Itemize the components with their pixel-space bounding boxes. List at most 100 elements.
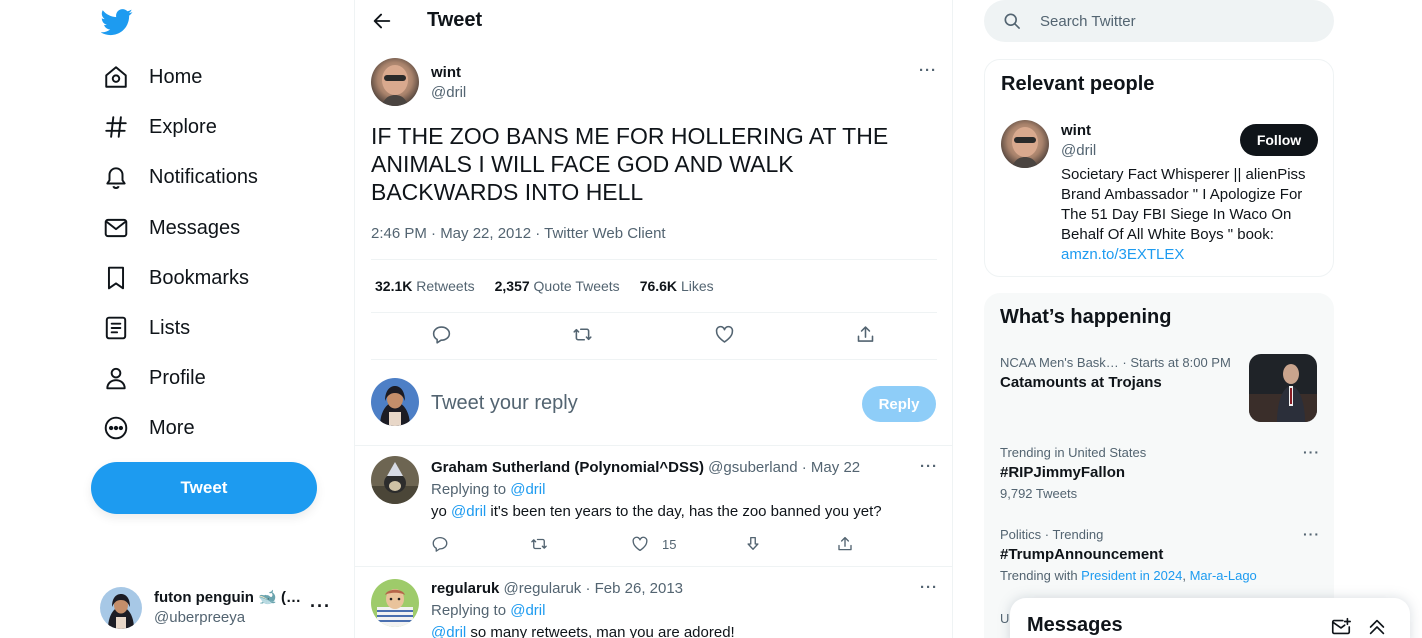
- reply-more-icon[interactable]: ···: [920, 458, 938, 475]
- reply-icon[interactable]: [431, 324, 455, 348]
- expand-chevron-icon[interactable]: [1366, 616, 1388, 638]
- tweet-more-icon[interactable]: ···: [919, 62, 937, 79]
- retweet-icon[interactable]: [530, 535, 554, 559]
- relevant-person-handle[interactable]: @dril: [1061, 142, 1096, 159]
- replying-to-label: Replying to: [431, 602, 507, 619]
- like-icon[interactable]: [631, 535, 655, 559]
- related-trend-link[interactable]: President in 2024: [1081, 568, 1182, 583]
- reply-author-name[interactable]: regularuk: [431, 580, 499, 597]
- reply-tweet[interactable]: regularuk @regularuk · Feb 26, 2013 ··· …: [355, 566, 952, 638]
- trend-more-icon[interactable]: ···: [1303, 444, 1320, 460]
- new-message-icon[interactable]: [1330, 616, 1352, 638]
- reply-avatar[interactable]: [371, 579, 419, 627]
- trend-item[interactable]: NCAA Men's Bask… · Starts at 8:00 PM Cat…: [1000, 354, 1250, 394]
- author-avatar[interactable]: [371, 58, 419, 106]
- search-input[interactable]: [1040, 10, 1320, 32]
- nav-profile-label: Profile: [149, 366, 206, 389]
- nav-bookmarks[interactable]: Bookmarks: [100, 255, 249, 301]
- likes-stat[interactable]: 76.6K Likes: [640, 278, 714, 294]
- replying-to-link[interactable]: @dril: [510, 602, 545, 619]
- reply-avatar[interactable]: [371, 456, 419, 504]
- messages-drawer[interactable]: Messages: [1010, 598, 1410, 638]
- account-avatar: [100, 587, 142, 629]
- reply-actions: 15: [431, 535, 861, 555]
- relevant-people-title: Relevant people: [1001, 73, 1155, 95]
- like-count: 15: [662, 537, 677, 552]
- reply-button[interactable]: Reply: [862, 386, 936, 422]
- tweet-actions: [371, 324, 937, 348]
- reply-text-prefix: yo: [431, 503, 452, 520]
- relevant-person-bio: Societary Fact Whisperer || alienPiss Br…: [1061, 165, 1323, 265]
- tweet-text: IF THE ZOO BANS ME FOR HOLLERING AT THE …: [371, 123, 889, 205]
- retweet-icon[interactable]: [572, 324, 596, 348]
- tweet-button[interactable]: Tweet: [91, 462, 317, 514]
- trend-thumbnail: [1249, 354, 1317, 422]
- nav-more[interactable]: More: [100, 405, 195, 451]
- likes-count: 76.6K: [639, 278, 678, 294]
- nav-notifications[interactable]: Notifications: [100, 154, 258, 200]
- home-icon: [100, 61, 132, 93]
- nav-lists-label: Lists: [149, 316, 191, 339]
- back-arrow-icon[interactable]: [371, 10, 393, 32]
- tweet-timestamp[interactable]: 2:46 PM · May 22, 2012 · Twitter Web Cli…: [371, 225, 666, 242]
- relevant-person-avatar[interactable]: [1001, 120, 1049, 168]
- reply-handle-time[interactable]: @gsuberland · May 22: [708, 459, 860, 476]
- account-more-icon[interactable]: ···: [310, 596, 331, 617]
- search-bar[interactable]: [984, 0, 1334, 42]
- trend-item[interactable]: Trending in United States #RIPJimmyFallo…: [1000, 444, 1320, 504]
- related-trend-link[interactable]: Mar-a-Lago: [1190, 568, 1257, 583]
- divider: [371, 259, 937, 260]
- reply-tweet[interactable]: Graham Sutherland (Polynomial^DSS) @gsub…: [355, 445, 952, 566]
- trend-item[interactable]: Politics · Trending #TrumpAnnouncement T…: [1000, 526, 1320, 586]
- reply-input[interactable]: [431, 388, 851, 418]
- reply-handle-time[interactable]: @regularuk · Feb 26, 2013: [504, 580, 684, 597]
- replying-to-link[interactable]: @dril: [510, 481, 545, 498]
- share-icon[interactable]: [855, 324, 879, 348]
- nav-explore[interactable]: Explore: [100, 104, 217, 150]
- mention-link[interactable]: @dril: [451, 503, 486, 520]
- messages-drawer-title: Messages: [1027, 614, 1123, 636]
- divider: [371, 312, 937, 313]
- trend-tweet-count: 9,792 Tweets: [1000, 486, 1078, 501]
- nav-more-label: More: [149, 416, 195, 439]
- account-switcher[interactable]: futon penguin 🐋 (… @uberpreeya ···: [100, 584, 340, 632]
- reply-author-name[interactable]: Graham Sutherland (Polynomial^DSS): [431, 459, 704, 476]
- nav-notifications-label: Notifications: [149, 165, 258, 188]
- relevant-person-name[interactable]: wint: [1061, 122, 1091, 139]
- nav-profile[interactable]: Profile: [100, 355, 206, 401]
- mention-link[interactable]: @dril: [431, 624, 466, 638]
- bio-link[interactable]: amzn.to/3EXTLEX: [1061, 246, 1184, 263]
- whats-happening-title: What’s happening: [1000, 306, 1172, 328]
- author-name[interactable]: wint: [431, 64, 461, 81]
- trend-context: Trending in United States: [1000, 445, 1147, 460]
- composer-avatar: [371, 378, 419, 426]
- retweets-label: Retweets: [416, 278, 475, 294]
- quote-tweets-label: Quote Tweets: [533, 278, 620, 294]
- account-handle: @uberpreeya: [154, 609, 246, 626]
- follow-button[interactable]: Follow: [1240, 124, 1318, 156]
- reply-more-icon[interactable]: ···: [920, 579, 938, 596]
- left-navigation: Home Explore Notifications Messages Book…: [0, 0, 354, 638]
- retweets-stat[interactable]: 32.1K Retweets: [375, 278, 475, 294]
- reply-text: it's been ten years to the day, has the …: [486, 503, 882, 520]
- download-icon[interactable]: [744, 535, 768, 559]
- nav-messages[interactable]: Messages: [100, 205, 240, 251]
- bell-icon: [100, 161, 132, 193]
- like-icon[interactable]: [714, 324, 738, 348]
- nav-lists[interactable]: Lists: [100, 305, 190, 351]
- main-column: Tweet wint @dril ··· IF THE ZOO BANS ME …: [354, 0, 953, 638]
- trend-more-icon[interactable]: ···: [1303, 526, 1320, 542]
- nav-home[interactable]: Home: [100, 54, 202, 100]
- search-icon: [1002, 11, 1022, 31]
- hashtag-icon: [100, 111, 132, 143]
- reply-icon[interactable]: [431, 535, 455, 559]
- quote-tweets-count: 2,357: [494, 278, 530, 294]
- author-handle[interactable]: @dril: [431, 84, 466, 101]
- reply-text: so many retweets, man you are adored!: [466, 624, 735, 638]
- envelope-icon: [100, 212, 132, 244]
- twitter-logo-icon[interactable]: [100, 6, 133, 38]
- quote-tweets-stat[interactable]: 2,357 Quote Tweets: [495, 278, 620, 294]
- share-icon[interactable]: [836, 535, 860, 559]
- retweets-count: 32.1K: [375, 278, 413, 294]
- account-display-name: futon penguin 🐋 (…: [154, 589, 301, 606]
